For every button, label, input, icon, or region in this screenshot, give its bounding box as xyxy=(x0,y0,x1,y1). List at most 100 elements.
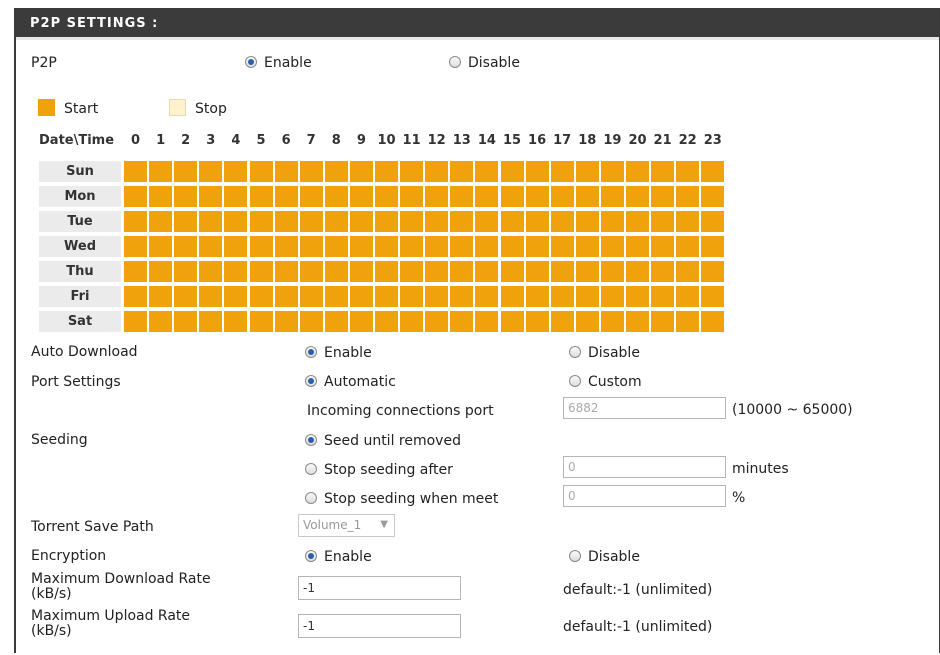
schedule-cell-sat-3[interactable] xyxy=(198,310,224,333)
schedule-cell-wed-8[interactable] xyxy=(323,235,349,258)
schedule-cell-fri-19[interactable] xyxy=(599,285,625,308)
schedule-cell-wed-21[interactable] xyxy=(650,235,676,258)
schedule-cell-wed-23[interactable] xyxy=(700,235,726,258)
schedule-cell-sat-6[interactable] xyxy=(273,310,299,333)
schedule-cell-tue-4[interactable] xyxy=(223,210,249,233)
schedule-cell-sat-18[interactable] xyxy=(574,310,600,333)
schedule-cell-sat-13[interactable] xyxy=(449,310,475,333)
schedule-cell-sat-10[interactable] xyxy=(374,310,399,333)
schedule-cell-wed-22[interactable] xyxy=(675,235,701,258)
schedule-cell-sun-23[interactable] xyxy=(700,160,726,183)
schedule-cell-tue-3[interactable] xyxy=(198,210,224,233)
schedule-cell-mon-22[interactable] xyxy=(675,185,701,208)
schedule-cell-mon-12[interactable] xyxy=(424,185,450,208)
schedule-cell-fri-18[interactable] xyxy=(574,285,600,308)
incoming-port-field[interactable] xyxy=(563,397,726,419)
schedule-cell-mon-15[interactable] xyxy=(499,185,525,208)
stop-after-minutes-field[interactable] xyxy=(563,456,726,478)
schedule-cell-thu-22[interactable] xyxy=(675,260,701,283)
schedule-cell-thu-21[interactable] xyxy=(650,260,676,283)
schedule-cell-thu-0[interactable] xyxy=(123,260,148,283)
schedule-cell-thu-5[interactable] xyxy=(248,260,274,283)
schedule-cell-wed-5[interactable] xyxy=(248,235,274,258)
schedule-cell-mon-5[interactable] xyxy=(248,185,274,208)
schedule-cell-thu-20[interactable] xyxy=(625,260,650,283)
schedule-cell-wed-12[interactable] xyxy=(424,235,450,258)
schedule-cell-sun-14[interactable] xyxy=(474,160,500,183)
schedule-cell-tue-15[interactable] xyxy=(499,210,525,233)
schedule-cell-tue-14[interactable] xyxy=(474,210,500,233)
schedule-cell-sun-11[interactable] xyxy=(399,160,425,183)
schedule-cell-fri-23[interactable] xyxy=(700,285,726,308)
auto-download-enable-radio[interactable]: Enable xyxy=(305,345,372,361)
schedule-cell-thu-2[interactable] xyxy=(173,260,199,283)
schedule-cell-fri-16[interactable] xyxy=(524,285,550,308)
schedule-cell-wed-4[interactable] xyxy=(223,235,249,258)
schedule-cell-sun-3[interactable] xyxy=(198,160,224,183)
schedule-cell-fri-22[interactable] xyxy=(675,285,701,308)
schedule-cell-mon-20[interactable] xyxy=(625,185,650,208)
schedule-cell-sun-10[interactable] xyxy=(374,160,399,183)
schedule-cell-sat-14[interactable] xyxy=(474,310,500,333)
schedule-cell-fri-13[interactable] xyxy=(449,285,475,308)
schedule-cell-mon-23[interactable] xyxy=(700,185,726,208)
schedule-cell-sat-19[interactable] xyxy=(599,310,625,333)
schedule-cell-wed-1[interactable] xyxy=(148,235,174,258)
schedule-cell-sat-0[interactable] xyxy=(123,310,148,333)
schedule-cell-thu-7[interactable] xyxy=(298,260,324,283)
schedule-cell-sun-15[interactable] xyxy=(499,160,525,183)
schedule-cell-tue-23[interactable] xyxy=(700,210,726,233)
stop-seeding-when-meet-radio[interactable]: Stop seeding when meet xyxy=(305,491,498,507)
schedule-cell-fri-3[interactable] xyxy=(198,285,224,308)
schedule-cell-fri-9[interactable] xyxy=(348,285,374,308)
schedule-cell-mon-7[interactable] xyxy=(298,185,324,208)
schedule-cell-wed-3[interactable] xyxy=(198,235,224,258)
schedule-cell-tue-18[interactable] xyxy=(574,210,600,233)
schedule-cell-tue-8[interactable] xyxy=(323,210,349,233)
port-automatic-radio[interactable]: Automatic xyxy=(305,374,396,390)
schedule-cell-sat-12[interactable] xyxy=(424,310,450,333)
schedule-cell-sat-1[interactable] xyxy=(148,310,174,333)
schedule-cell-sun-0[interactable] xyxy=(123,160,148,183)
schedule-cell-tue-6[interactable] xyxy=(273,210,299,233)
schedule-cell-sat-16[interactable] xyxy=(524,310,550,333)
schedule-cell-mon-8[interactable] xyxy=(323,185,349,208)
p2p-disable-radio[interactable]: Disable xyxy=(449,55,520,71)
schedule-cell-sat-7[interactable] xyxy=(298,310,324,333)
max-download-field[interactable] xyxy=(298,576,461,600)
schedule-cell-tue-17[interactable] xyxy=(549,210,575,233)
schedule-cell-tue-22[interactable] xyxy=(675,210,701,233)
schedule-cell-fri-21[interactable] xyxy=(650,285,676,308)
schedule-cell-wed-16[interactable] xyxy=(524,235,550,258)
schedule-cell-wed-13[interactable] xyxy=(449,235,475,258)
schedule-cell-tue-20[interactable] xyxy=(625,210,650,233)
schedule-cell-tue-1[interactable] xyxy=(148,210,174,233)
schedule-cell-fri-4[interactable] xyxy=(223,285,249,308)
stop-seeding-after-radio[interactable]: Stop seeding after xyxy=(305,462,453,478)
schedule-cell-tue-9[interactable] xyxy=(348,210,374,233)
schedule-cell-fri-6[interactable] xyxy=(273,285,299,308)
encryption-enable-radio[interactable]: Enable xyxy=(305,549,372,565)
schedule-cell-thu-3[interactable] xyxy=(198,260,224,283)
schedule-cell-sun-2[interactable] xyxy=(173,160,199,183)
schedule-cell-fri-2[interactable] xyxy=(173,285,199,308)
schedule-cell-wed-9[interactable] xyxy=(348,235,374,258)
schedule-cell-tue-11[interactable] xyxy=(399,210,425,233)
schedule-cell-sat-2[interactable] xyxy=(173,310,199,333)
encryption-disable-radio[interactable]: Disable xyxy=(569,549,640,565)
schedule-cell-tue-19[interactable] xyxy=(599,210,625,233)
schedule-cell-wed-17[interactable] xyxy=(549,235,575,258)
schedule-cell-sat-17[interactable] xyxy=(549,310,575,333)
schedule-cell-sat-8[interactable] xyxy=(323,310,349,333)
schedule-cell-mon-0[interactable] xyxy=(123,185,148,208)
schedule-cell-sun-19[interactable] xyxy=(599,160,625,183)
schedule-cell-mon-2[interactable] xyxy=(173,185,199,208)
schedule-cell-tue-16[interactable] xyxy=(524,210,550,233)
schedule-cell-sun-18[interactable] xyxy=(574,160,600,183)
schedule-cell-wed-7[interactable] xyxy=(298,235,324,258)
schedule-cell-thu-14[interactable] xyxy=(474,260,500,283)
schedule-cell-fri-14[interactable] xyxy=(474,285,500,308)
schedule-cell-sat-5[interactable] xyxy=(248,310,274,333)
schedule-cell-mon-9[interactable] xyxy=(348,185,374,208)
schedule-cell-tue-2[interactable] xyxy=(173,210,199,233)
